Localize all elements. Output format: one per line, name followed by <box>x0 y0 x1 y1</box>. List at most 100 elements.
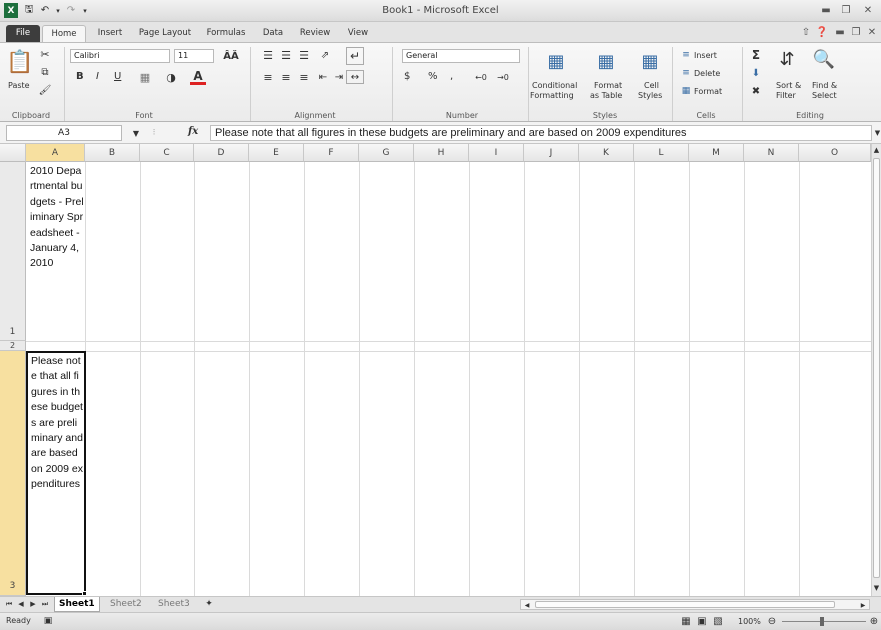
font-name-combo[interactable]: Calibri <box>70 49 170 63</box>
copy-icon[interactable]: ⧉ <box>38 65 52 79</box>
next-sheet-icon[interactable]: ▶ <box>28 598 38 610</box>
sheet-tab-sheet2[interactable]: Sheet2 <box>106 597 146 612</box>
increase-indent-icon[interactable]: ⇥ <box>332 71 346 83</box>
column-header-d[interactable]: D <box>194 144 249 162</box>
align-top-icon[interactable]: ☰ <box>260 49 276 62</box>
horizontal-scrollbar[interactable]: ◀ ▶ <box>520 599 870 610</box>
align-left-icon[interactable]: ≡ <box>260 71 276 84</box>
tab-formulas[interactable]: Formulas <box>200 25 252 42</box>
select-all-corner[interactable] <box>0 144 26 162</box>
format-as-table-icon[interactable]: ▦ <box>594 49 618 73</box>
column-header-i[interactable]: I <box>469 144 524 162</box>
conditional-formatting-icon[interactable]: ▦ <box>544 49 568 73</box>
column-header-k[interactable]: K <box>579 144 634 162</box>
cell-a1[interactable]: 2010 Departmental budgets - Preliminary … <box>30 164 84 340</box>
cell-styles-label-1[interactable]: Cell <box>644 81 659 90</box>
workbook-restore-icon[interactable]: ❐ <box>848 25 864 39</box>
increase-decimal-icon[interactable]: ←0 <box>474 71 488 83</box>
italic-button[interactable]: I <box>96 71 99 82</box>
conditional-formatting-label-2[interactable]: Formatting <box>530 91 574 100</box>
column-header-j[interactable]: J <box>524 144 579 162</box>
name-box-dropdown-icon[interactable]: ▼ <box>130 126 142 140</box>
last-sheet-icon[interactable]: ⏭ <box>40 598 50 610</box>
sort-filter-label-2[interactable]: Filter <box>776 91 796 100</box>
column-header-f[interactable]: F <box>304 144 359 162</box>
zoom-slider-thumb[interactable] <box>820 617 824 626</box>
zoom-level[interactable]: 100% <box>738 617 761 626</box>
format-as-table-label-2[interactable]: as Table <box>590 91 622 100</box>
grow-shrink-font-icon[interactable]: ÂǍ <box>218 49 244 63</box>
collapse-ribbon-icon[interactable]: ⇧ <box>798 25 814 39</box>
column-header-g[interactable]: G <box>359 144 414 162</box>
expand-formula-icon[interactable]: ⁝ <box>148 126 160 140</box>
column-header-o[interactable]: O <box>799 144 871 162</box>
tab-file[interactable]: File <box>6 25 40 42</box>
fill-icon[interactable]: ⬇ <box>750 66 762 80</box>
cell-styles-icon[interactable]: ▦ <box>638 49 662 73</box>
row-header-2[interactable]: 2 <box>0 341 26 351</box>
insert-function-button[interactable]: fx <box>188 126 198 137</box>
first-sheet-icon[interactable]: ⏮ <box>4 598 14 610</box>
find-select-label-1[interactable]: Find & <box>812 81 837 90</box>
workbook-minimize-icon[interactable]: ▬ <box>832 25 848 39</box>
zoom-in-icon[interactable]: ⊕ <box>868 615 880 627</box>
scroll-down-icon[interactable]: ▼ <box>872 582 881 594</box>
macro-record-icon[interactable]: ▣ <box>42 615 54 627</box>
row-header-1[interactable]: 1 <box>0 162 26 341</box>
format-cells-icon[interactable]: ▦ <box>680 85 692 97</box>
column-header-b[interactable]: B <box>85 144 140 162</box>
cell-styles-label-2[interactable]: Styles <box>638 91 662 100</box>
workbook-close-icon[interactable]: ✕ <box>864 25 880 39</box>
wrap-text-icon[interactable]: ↵ <box>346 47 364 65</box>
sort-filter-label-1[interactable]: Sort & <box>776 81 801 90</box>
cell-a3-active[interactable]: Please note that all figures in these bu… <box>26 351 86 595</box>
name-box[interactable]: A3 <box>6 125 122 141</box>
underline-button[interactable]: U <box>114 71 121 82</box>
align-center-icon[interactable]: ≡ <box>278 71 294 84</box>
prev-sheet-icon[interactable]: ◀ <box>16 598 26 610</box>
tab-home[interactable]: Home <box>42 25 86 42</box>
fill-color-icon[interactable]: ◑ <box>164 70 178 84</box>
decrease-decimal-icon[interactable]: →0 <box>496 71 510 83</box>
paste-icon[interactable]: 📋 <box>6 47 33 77</box>
number-format-combo[interactable]: General <box>402 49 520 63</box>
insert-cells-button[interactable]: Insert <box>694 51 717 60</box>
conditional-formatting-label-1[interactable]: Conditional <box>532 81 577 90</box>
insert-cells-icon[interactable]: ≡ <box>680 49 692 61</box>
tab-page-layout[interactable]: Page Layout <box>134 25 196 42</box>
comma-button[interactable]: , <box>450 71 453 82</box>
font-color-icon[interactable]: A <box>190 69 206 85</box>
scroll-left-icon[interactable]: ◀ <box>523 600 531 610</box>
autosum-icon[interactable]: Σ <box>750 48 762 62</box>
normal-view-icon[interactable]: ▦ <box>680 615 692 627</box>
scroll-up-icon[interactable]: ▲ <box>872 144 881 156</box>
column-header-c[interactable]: C <box>140 144 194 162</box>
zoom-slider[interactable] <box>782 621 866 622</box>
vertical-scroll-thumb[interactable] <box>873 158 880 578</box>
row-header-3[interactable]: 3 <box>0 351 26 596</box>
insert-sheet-icon[interactable]: ✦ <box>202 598 216 610</box>
tab-insert[interactable]: Insert <box>90 25 130 42</box>
format-cells-button[interactable]: Format <box>694 87 722 96</box>
column-header-e[interactable]: E <box>249 144 304 162</box>
tab-data[interactable]: Data <box>256 25 290 42</box>
orientation-icon[interactable]: ⇗ <box>316 49 334 61</box>
expand-formula-bar-icon[interactable]: ▼ <box>874 126 881 140</box>
column-header-a[interactable]: A <box>26 144 85 162</box>
paste-button[interactable]: Paste <box>8 81 30 90</box>
page-layout-view-icon[interactable]: ▣ <box>696 615 708 627</box>
restore-icon[interactable]: ❐ <box>838 3 854 17</box>
vertical-scrollbar[interactable]: ▲ ▼ <box>871 144 881 596</box>
cut-icon[interactable]: ✂ <box>38 47 52 61</box>
column-header-n[interactable]: N <box>744 144 799 162</box>
merge-center-icon[interactable]: ↔ <box>346 70 364 84</box>
page-break-view-icon[interactable]: ▧ <box>712 615 724 627</box>
decrease-indent-icon[interactable]: ⇤ <box>316 71 330 83</box>
currency-button[interactable]: $ <box>404 71 410 82</box>
column-header-l[interactable]: L <box>634 144 689 162</box>
close-icon[interactable]: ✕ <box>860 3 876 17</box>
borders-icon[interactable]: ▦ <box>138 70 152 84</box>
worksheet-grid[interactable]: A B C D E F G H I J K L M N O 1 2 3 2010… <box>0 144 871 596</box>
align-bottom-icon[interactable]: ☰ <box>296 49 312 62</box>
tab-review[interactable]: Review <box>294 25 336 42</box>
